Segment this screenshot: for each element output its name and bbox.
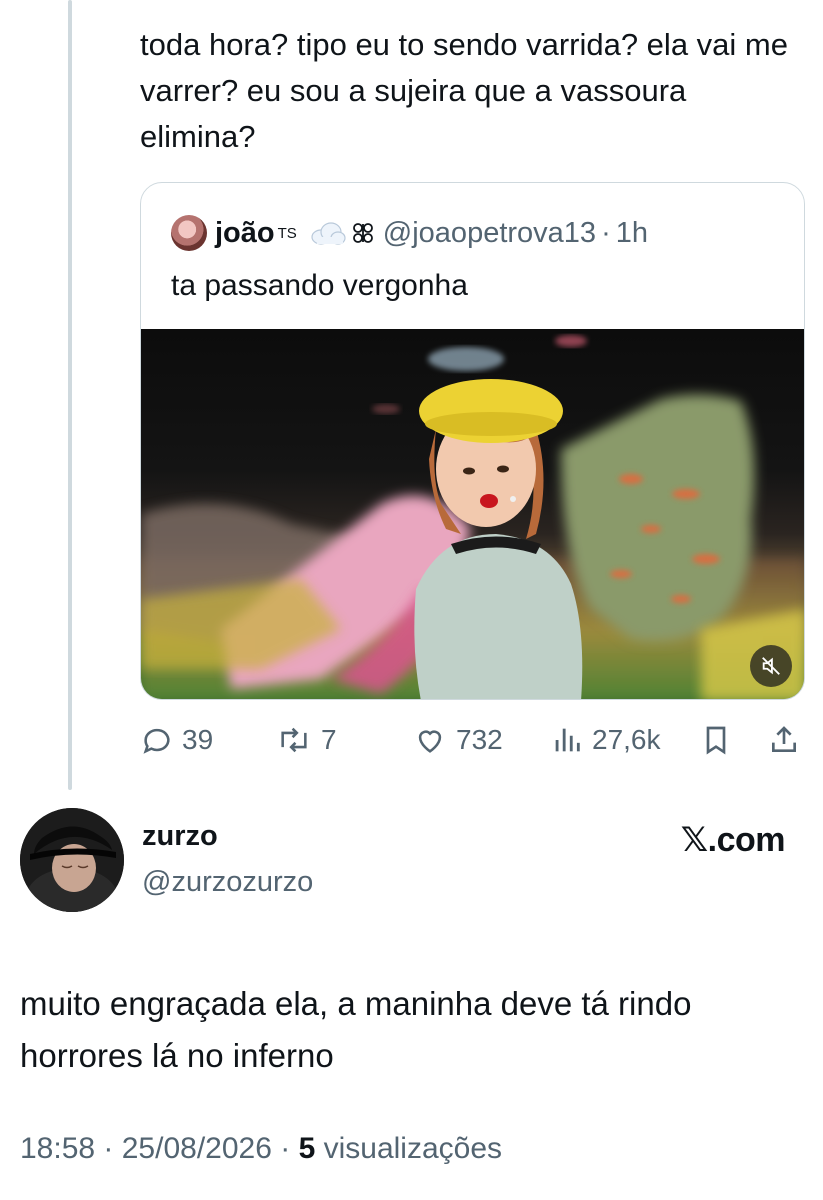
tweet-date[interactable]: 25/08/2026	[122, 1132, 272, 1165]
quoted-user-avatar[interactable]	[171, 215, 207, 251]
name-superscript: TS	[277, 224, 297, 242]
thread-connector-line	[68, 0, 72, 790]
retweet-icon	[281, 727, 307, 753]
user-display-name[interactable]: zurzo	[142, 820, 218, 853]
tweet-time[interactable]: 18:58	[20, 1132, 95, 1165]
video-frame	[141, 335, 804, 699]
tweet-views-count: 5	[298, 1132, 316, 1165]
video-media[interactable]	[141, 329, 804, 699]
meta-separator: ·	[280, 1132, 299, 1165]
heart-icon	[418, 730, 442, 753]
avatar-photo	[20, 808, 124, 912]
main-tweet-text: muito engraçada ela, a maninha deve tá r…	[20, 985, 692, 1074]
speaker-muted-icon	[762, 657, 780, 675]
user-handle[interactable]: @zurzozurzo	[142, 866, 313, 899]
tweet-metadata: 18:58 · 25/08/2026 · 5 visualizações	[20, 1132, 502, 1166]
views-count: 27,6k	[592, 724, 661, 755]
previous-tweet-text: toda hora? tipo eu to sendo varrida? ela…	[140, 27, 788, 154]
quoted-user-name[interactable]: joão	[215, 217, 275, 250]
quoted-tweet-card[interactable]: joão TS @joaopetrova13 · 1h ta passando …	[140, 182, 805, 700]
tweet-views-label: visualizações	[323, 1132, 503, 1165]
views-button[interactable]: 27,6k	[550, 718, 661, 762]
bookmark-icon	[706, 726, 726, 755]
like-count: 732	[456, 724, 503, 755]
separator-dot: ·	[601, 216, 611, 249]
quoted-user-handle[interactable]: @joaopetrova13	[383, 217, 596, 250]
user-avatar[interactable]	[20, 808, 124, 912]
retweet-count: 7	[321, 724, 337, 755]
like-button[interactable]: 732	[412, 718, 503, 762]
retweet-button[interactable]: 7	[275, 718, 337, 762]
tweet-action-bar: 39 7 732 27,6k	[140, 718, 810, 762]
quoted-tweet-header: joão TS @joaopetrova13 · 1h	[171, 213, 648, 253]
quoted-tweet-text: ta passando vergonha	[171, 269, 468, 302]
share-button[interactable]	[768, 718, 808, 762]
quoted-tweet-time[interactable]: 1h	[616, 217, 648, 250]
meta-separator: ·	[103, 1132, 122, 1165]
share-icon	[772, 726, 796, 752]
reply-icon	[143, 728, 170, 754]
bookmark-button[interactable]	[700, 718, 740, 762]
reply-button[interactable]: 39	[140, 718, 213, 762]
x-com-badge: 𝕏.com	[680, 821, 786, 859]
reply-count: 39	[182, 724, 214, 755]
views-chart-icon	[555, 728, 580, 752]
cloud-icon	[309, 220, 347, 246]
mute-button[interactable]	[750, 645, 792, 687]
butterfly-icon	[351, 221, 375, 245]
